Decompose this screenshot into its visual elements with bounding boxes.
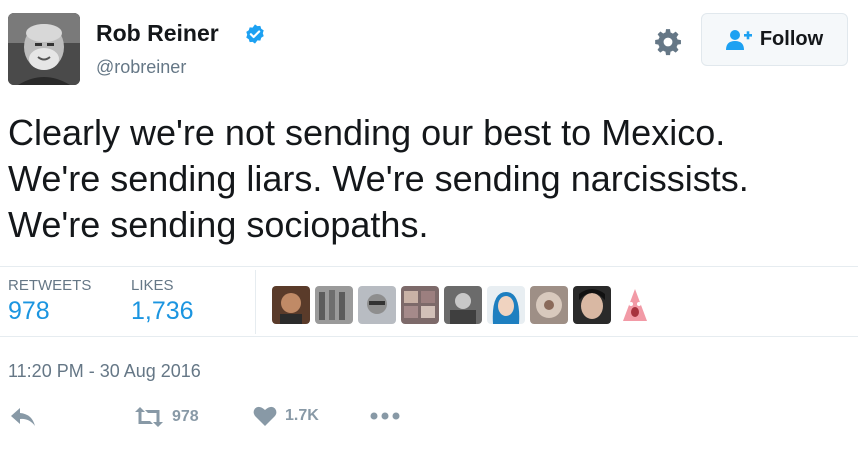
more-dots-icon — [370, 412, 400, 420]
author-handle[interactable]: @robreiner — [96, 57, 186, 78]
liker-avatar[interactable] — [616, 286, 654, 324]
liker-avatar[interactable] — [272, 286, 310, 324]
author-avatar[interactable] — [8, 13, 80, 85]
liker-avatar[interactable] — [444, 286, 482, 324]
retweets-stat[interactable]: RETWEETS 978 — [8, 277, 91, 326]
heart-icon — [253, 406, 277, 426]
retweets-count: 978 — [8, 297, 50, 325]
likes-stat[interactable]: LIKES 1,736 — [131, 277, 194, 326]
add-user-icon — [725, 29, 752, 50]
tweet-text: Clearly we're not sending our best to Me… — [8, 112, 749, 245]
stats-separator — [255, 270, 256, 334]
gear-icon[interactable] — [654, 28, 682, 56]
liker-avatar[interactable] — [358, 286, 396, 324]
liker-avatar[interactable] — [315, 286, 353, 324]
follow-button-label: Follow — [759, 28, 824, 50]
reply-button[interactable] — [10, 407, 36, 427]
more-button[interactable] — [370, 412, 400, 420]
like-button[interactable]: 1.7K — [253, 405, 319, 427]
reply-icon — [11, 408, 35, 426]
retweet-count: 978 — [172, 408, 199, 425]
retweet-button[interactable]: 978 — [134, 406, 199, 428]
liker-avatar[interactable] — [573, 286, 611, 324]
liker-avatar[interactable] — [487, 286, 525, 324]
liker-avatar[interactable] — [401, 286, 439, 324]
liker-avatar[interactable] — [530, 286, 568, 324]
tweet-timestamp[interactable]: 11:20 PM - 30 Aug 2016 — [8, 361, 201, 382]
retweets-label: RETWEETS — [8, 277, 92, 294]
like-count: 1.7K — [285, 407, 319, 424]
author-name[interactable]: Rob Reiner — [96, 20, 219, 47]
likers-avatar-list — [272, 286, 654, 324]
retweet-icon — [135, 407, 163, 427]
likes-label: LIKES — [131, 277, 174, 294]
likes-count: 1,736 — [131, 297, 194, 325]
verified-badge-icon — [246, 24, 264, 44]
divider-bottom — [0, 336, 858, 337]
divider-top — [0, 266, 858, 267]
follow-button[interactable]: Follow — [701, 13, 848, 66]
